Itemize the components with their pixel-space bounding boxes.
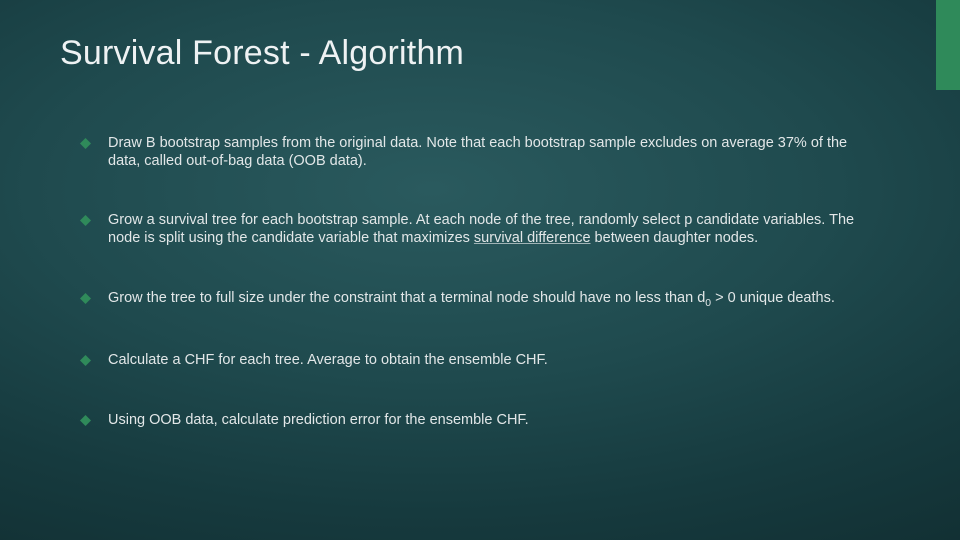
slide-body: Survival Forest - Algorithm Draw B boots… bbox=[0, 0, 960, 460]
bullet-text: Calculate a CHF for each tree. Average t… bbox=[108, 352, 548, 368]
list-item: Grow a survival tree for each bootstrap … bbox=[108, 212, 880, 247]
slide-title: Survival Forest - Algorithm bbox=[60, 34, 900, 73]
list-item: Grow the tree to full size under the con… bbox=[108, 290, 880, 311]
accent-bar bbox=[936, 0, 960, 90]
bullet-text: Using OOB data, calculate prediction err… bbox=[108, 412, 529, 428]
list-item: Calculate a CHF for each tree. Average t… bbox=[108, 352, 880, 370]
underlined-term: survival difference bbox=[474, 230, 591, 246]
bullet-text: Draw B bootstrap samples from the origin… bbox=[108, 135, 847, 169]
bullet-text: Grow the tree to full size under the con… bbox=[108, 290, 705, 306]
list-item: Draw B bootstrap samples from the origin… bbox=[108, 135, 880, 170]
bullet-text: > 0 unique deaths. bbox=[711, 290, 835, 306]
diamond-icon bbox=[80, 355, 91, 366]
list-item: Using OOB data, calculate prediction err… bbox=[108, 412, 880, 430]
diamond-icon bbox=[80, 415, 91, 426]
bullet-list: Draw B bootstrap samples from the origin… bbox=[60, 135, 900, 430]
diamond-icon bbox=[80, 293, 91, 304]
diamond-icon bbox=[80, 138, 91, 149]
diamond-icon bbox=[80, 215, 91, 226]
bullet-text: between daughter nodes. bbox=[591, 230, 759, 246]
